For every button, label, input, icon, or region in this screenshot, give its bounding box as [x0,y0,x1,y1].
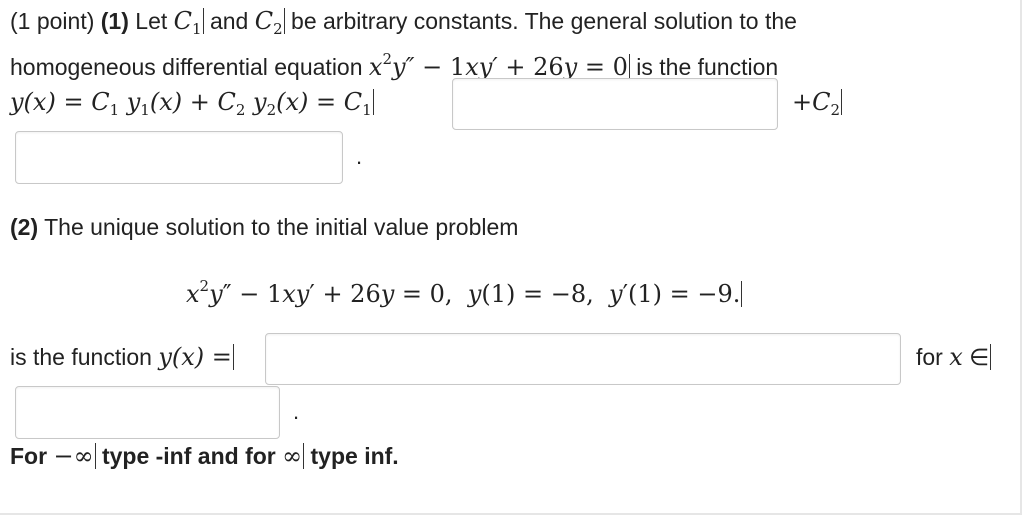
general-solution-expr: y(x) = C1 y1(x) + C2 y2(x) = C1 [10,88,372,119]
text-cursor [372,89,374,115]
infinity-instructions: For −∞ type -inf and for ∞ type inf. [10,442,399,470]
is-the-function-line: is the function y(x) = [10,342,234,372]
is-function-text: is the function [629,54,779,80]
part2-intro: (2) The unique solution to the initial v… [10,212,518,242]
constant-c2: C2 [254,7,283,38]
is-the-function-text: is the function [10,344,159,370]
part2-text: The unique solution to the initial value… [38,214,519,240]
y1-answer-input[interactable] [452,78,778,130]
problem-line-2: homogeneous differential equation x2y″ −… [10,44,778,82]
part2-number: (2) [10,214,39,240]
problem-line-3: y(x) = C1 y1(x) + C2 y2(x) = C1 [10,87,374,125]
text-cursor [741,281,743,307]
points-label: (1 point) [10,8,95,34]
period-1: . [356,144,363,169]
line1-rest-text: be arbitrary constants. The general solu… [284,8,797,34]
ivp-equation: x2y″ − 1xy′ + 26y = 0, y(1) = −8, y′(1) … [186,277,743,308]
y2-answer-input[interactable] [15,131,343,184]
and-text: and [203,8,255,34]
for-x-in-label: for x ∈ [916,343,992,371]
problem-line-1: (1 point) (1) Let C1 and C2 be arbitrary… [10,6,797,44]
period-2: . [293,399,300,424]
constant-c1: C1 [173,7,202,38]
text-cursor [841,89,843,115]
let-text: Let [128,8,174,34]
interval-input[interactable] [15,386,280,439]
text-cursor [990,344,992,370]
differential-equation: x2y″ − 1xy′ + 26y = 0 [368,50,628,81]
homogeneous-text: homogeneous differential equation [10,54,369,80]
text-cursor [232,344,234,370]
y-of-x-label: y(x) = [158,343,232,371]
part1-number: (1) [100,8,129,34]
plus-c2-label: +C2 [792,88,843,119]
ivp-solution-input[interactable] [265,333,901,385]
